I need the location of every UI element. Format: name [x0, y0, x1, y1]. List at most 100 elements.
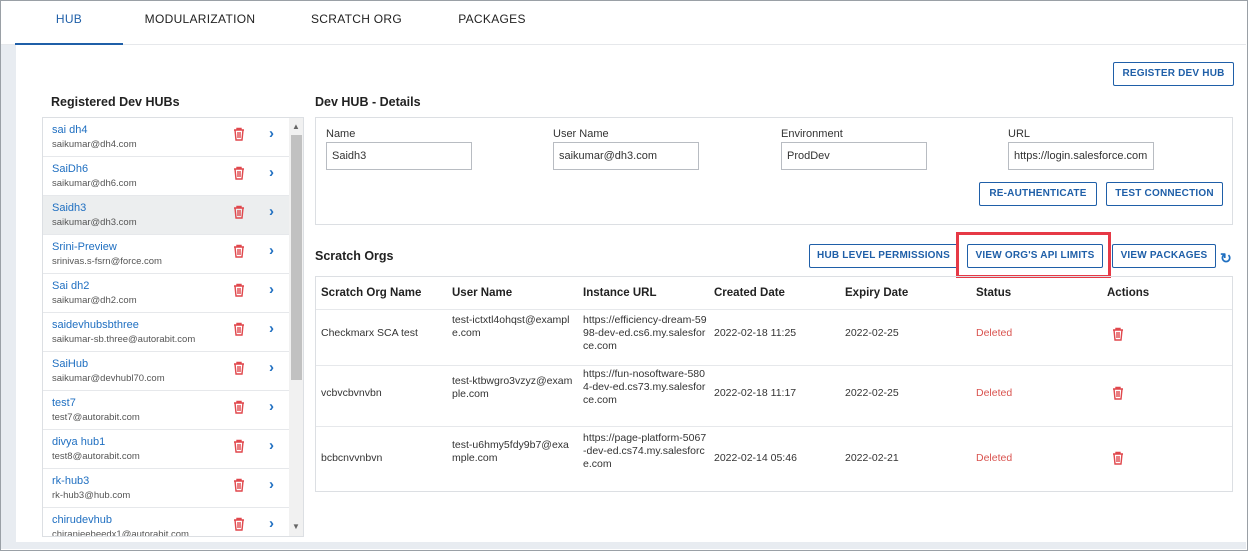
hub-email: chiranjeebeedx1@autorabit.com [52, 529, 189, 537]
hub-name[interactable]: divya hub1 [52, 436, 105, 448]
hub-name[interactable]: test7 [52, 397, 76, 409]
hub-name[interactable]: SaiHub [52, 358, 88, 370]
chevron-right-icon[interactable]: › [269, 125, 274, 142]
view-packages-button[interactable]: VIEW PACKAGES [1112, 244, 1216, 268]
url-label: URL [1008, 128, 1031, 140]
chevron-right-icon[interactable]: › [269, 398, 274, 415]
hub-name[interactable]: Saidh3 [52, 202, 86, 214]
column-header: Created Date [714, 287, 785, 299]
instance-url[interactable]: https://page-platform-5067-dev-ed.cs74.m… [583, 432, 708, 471]
environment-field[interactable]: ProdDev [781, 142, 927, 170]
name-label: Name [326, 128, 356, 140]
register-dev-hub-button[interactable]: REGISTER DEV HUB [1113, 62, 1234, 86]
chevron-right-icon[interactable]: › [269, 437, 274, 454]
trash-icon[interactable] [1111, 451, 1125, 465]
trash-icon[interactable] [232, 244, 246, 258]
hub-list-item[interactable]: SaiHub saikumar@devhubl70.com › [43, 352, 289, 391]
chevron-right-icon[interactable]: › [269, 281, 274, 298]
hub-level-permissions-button[interactable]: HUB LEVEL PERMISSIONS [809, 244, 958, 268]
trash-icon[interactable] [232, 127, 246, 141]
trash-icon[interactable] [1111, 386, 1125, 400]
trash-icon[interactable] [232, 478, 246, 492]
hub-list-item[interactable]: chirudevhub chiranjeebeedx1@autorabit.co… [43, 508, 289, 537]
expiry-date: 2022-02-21 [845, 452, 899, 464]
hub-email: test8@autorabit.com [52, 451, 140, 462]
trash-icon[interactable] [232, 439, 246, 453]
org-name: Checkmarx SCA test [321, 327, 418, 339]
instance-url[interactable]: https://fun-nosoftware-5804-dev-ed.cs73.… [583, 368, 708, 407]
hub-email: test7@autorabit.com [52, 412, 140, 423]
username-field[interactable]: saikumar@dh3.com [553, 142, 699, 170]
hub-name[interactable]: sai dh4 [52, 124, 87, 136]
registered-hubs-list: sai dh4 saikumar@dh4.com › SaiDh6 saikum… [42, 117, 304, 537]
hub-list-item[interactable]: sai dh4 saikumar@dh4.com › [43, 118, 289, 157]
trash-icon[interactable] [232, 517, 246, 531]
trash-icon[interactable] [232, 400, 246, 414]
expiry-date: 2022-02-25 [845, 327, 899, 339]
chevron-right-icon[interactable]: › [269, 203, 274, 220]
trash-icon[interactable] [232, 361, 246, 375]
chevron-right-icon[interactable]: › [269, 320, 274, 337]
hub-list-item[interactable]: rk-hub3 rk-hub3@hub.com › [43, 469, 289, 508]
dev-hub-details-title: Dev HUB - Details [315, 95, 421, 109]
hub-list-item-selected[interactable]: Saidh3 saikumar@dh3.com › [43, 196, 289, 235]
trash-icon[interactable] [232, 166, 246, 180]
trash-icon[interactable] [232, 205, 246, 219]
trash-icon[interactable] [232, 322, 246, 336]
column-header: Actions [1107, 287, 1150, 299]
hub-name[interactable]: chirudevhub [52, 514, 112, 526]
test-connection-button[interactable]: TEST CONNECTION [1106, 182, 1223, 206]
hub-list-item[interactable]: test7 test7@autorabit.com › [43, 391, 289, 430]
hub-list-item[interactable]: SaiDh6 saikumar@dh6.com › [43, 157, 289, 196]
status-badge: Deleted [976, 387, 1013, 399]
chevron-right-icon[interactable]: › [269, 359, 274, 376]
created-date: 2022-02-18 11:25 [714, 327, 797, 339]
trash-icon[interactable] [232, 283, 246, 297]
table-row[interactable]: Checkmarx SCA test test-ictxtl4ohqst@exa… [316, 309, 1232, 365]
scroll-up-icon[interactable]: ▲ [292, 122, 300, 131]
hub-list-item[interactable]: saidevhubsbthree saikumar-sb.three@autor… [43, 313, 289, 352]
registered-hubs-title: Registered Dev HUBs [51, 95, 180, 109]
url-field[interactable]: https://login.salesforce.com [1008, 142, 1154, 170]
instance-url[interactable]: https://efficiency-dream-5998-dev-ed.cs6… [583, 314, 708, 353]
scratch-orgs-title: Scratch Orgs [315, 249, 394, 263]
hub-name[interactable]: Srini-Preview [52, 241, 117, 253]
hub-name[interactable]: rk-hub3 [52, 475, 89, 487]
hub-name[interactable]: Sai dh2 [52, 280, 89, 292]
tab-modularization[interactable]: MODULARIZATION [141, 1, 259, 45]
name-field[interactable]: Saidh3 [326, 142, 472, 170]
hub-email: saikumar@dh4.com [52, 139, 137, 150]
environment-label: Environment [781, 128, 843, 140]
column-header: Instance URL [583, 287, 657, 299]
chevron-right-icon[interactable]: › [269, 476, 274, 493]
scroll-down-icon[interactable]: ▼ [292, 522, 300, 531]
scroll-thumb[interactable] [291, 135, 302, 380]
hub-name[interactable]: SaiDh6 [52, 163, 88, 175]
refresh-icon[interactable]: ↻ [1220, 250, 1232, 267]
hub-list-item[interactable]: Srini-Preview srinivas.s-fsrn@force.com … [43, 235, 289, 274]
status-badge: Deleted [976, 327, 1013, 339]
trash-icon[interactable] [1111, 327, 1125, 341]
created-date: 2022-02-18 11:17 [714, 387, 797, 399]
org-username: test-ktbwgro3vzyz@example.com [452, 375, 573, 400]
highlight-box [956, 232, 1111, 278]
tab-scratch-org-management[interactable]: SCRATCH ORG MANAGEMENT [269, 1, 444, 62]
tab-packages[interactable]: PACKAGES [453, 1, 531, 45]
chevron-right-icon[interactable]: › [269, 515, 274, 532]
hub-name[interactable]: saidevhubsbthree [52, 319, 139, 331]
table-row[interactable]: vcbvcbvnvbn test-ktbwgro3vzyz@example.co… [316, 365, 1232, 426]
org-name: vcbvcbvnvbn [321, 387, 382, 399]
dev-hub-details-panel [315, 117, 1233, 225]
hub-email: saikumar@dh6.com [52, 178, 137, 189]
chevron-right-icon[interactable]: › [269, 242, 274, 259]
re-authenticate-button[interactable]: RE-AUTHENTICATE [979, 182, 1097, 206]
chevron-right-icon[interactable]: › [269, 164, 274, 181]
table-row[interactable]: bcbcnvvnbvn test-u6hmy5fdy9b7@example.co… [316, 426, 1232, 491]
org-username: test-u6hmy5fdy9b7@example.com [452, 439, 569, 464]
hub-list-item[interactable]: divya hub1 test8@autorabit.com › [43, 430, 289, 469]
column-header: Scratch Org Name [321, 287, 422, 299]
hub-email: rk-hub3@hub.com [52, 490, 131, 501]
hub-list-item[interactable]: Sai dh2 saikumar@dh2.com › [43, 274, 289, 313]
list-scrollbar[interactable]: ▲ ▼ [289, 118, 303, 536]
tab-hub-management[interactable]: HUB MANAGEMENT [15, 1, 123, 62]
